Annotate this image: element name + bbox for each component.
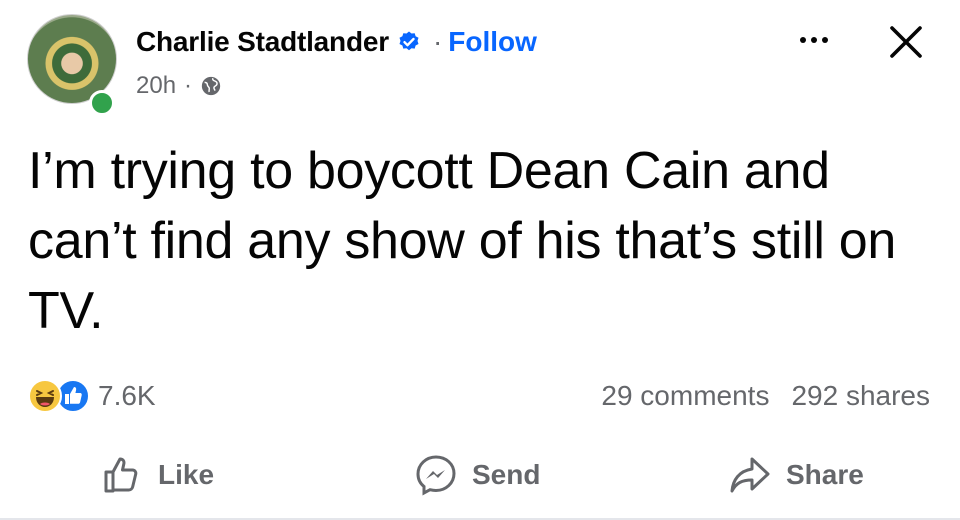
post-time[interactable]: 20h: [136, 72, 176, 100]
more-dot: [822, 37, 828, 43]
post-body-text: I’m trying to boycott Dean Cain and can’…: [28, 142, 897, 340]
comments-count[interactable]: 29 comments: [601, 380, 769, 412]
author-row: Charlie Stadtlander · Follow: [136, 24, 537, 60]
more-dot: [811, 37, 817, 43]
post-meta: 20h ·: [136, 70, 222, 102]
share-button[interactable]: Share: [728, 450, 864, 500]
more-dots-icon: [800, 37, 806, 43]
like-label: Like: [158, 459, 215, 490]
share-arrow-icon: [730, 457, 770, 493]
haha-reaction-icon: [28, 379, 62, 413]
globe-icon: [201, 76, 221, 96]
avatar[interactable]: [27, 14, 119, 116]
reaction-summary[interactable]: 7.6K: [28, 376, 156, 416]
thumbs-up-icon: [104, 457, 138, 493]
author-name[interactable]: Charlie Stadtlander: [136, 26, 389, 58]
like-button[interactable]: Like: [100, 450, 214, 500]
verified-badge-icon: [399, 31, 419, 51]
send-label: Send: [472, 459, 541, 490]
reaction-count: 7.6K: [98, 380, 156, 411]
meta-separator: ·: [184, 72, 193, 99]
post-header: Charlie Stadtlander · Follow 20h ·: [0, 0, 960, 120]
share-label: Share: [786, 459, 864, 490]
follow-button[interactable]: Follow: [448, 26, 537, 58]
shares-count[interactable]: 292 shares: [791, 380, 930, 412]
action-bar: Like Send Share: [0, 440, 960, 510]
close-icon[interactable]: [886, 22, 926, 62]
online-status-dot: [89, 90, 115, 116]
messenger-icon: [416, 455, 456, 496]
send-button[interactable]: Send: [414, 450, 540, 500]
engagement-stats: 29 comments 292 shares: [601, 376, 930, 416]
separator-dot: ·: [432, 26, 443, 57]
more-options-button[interactable]: [794, 28, 834, 52]
